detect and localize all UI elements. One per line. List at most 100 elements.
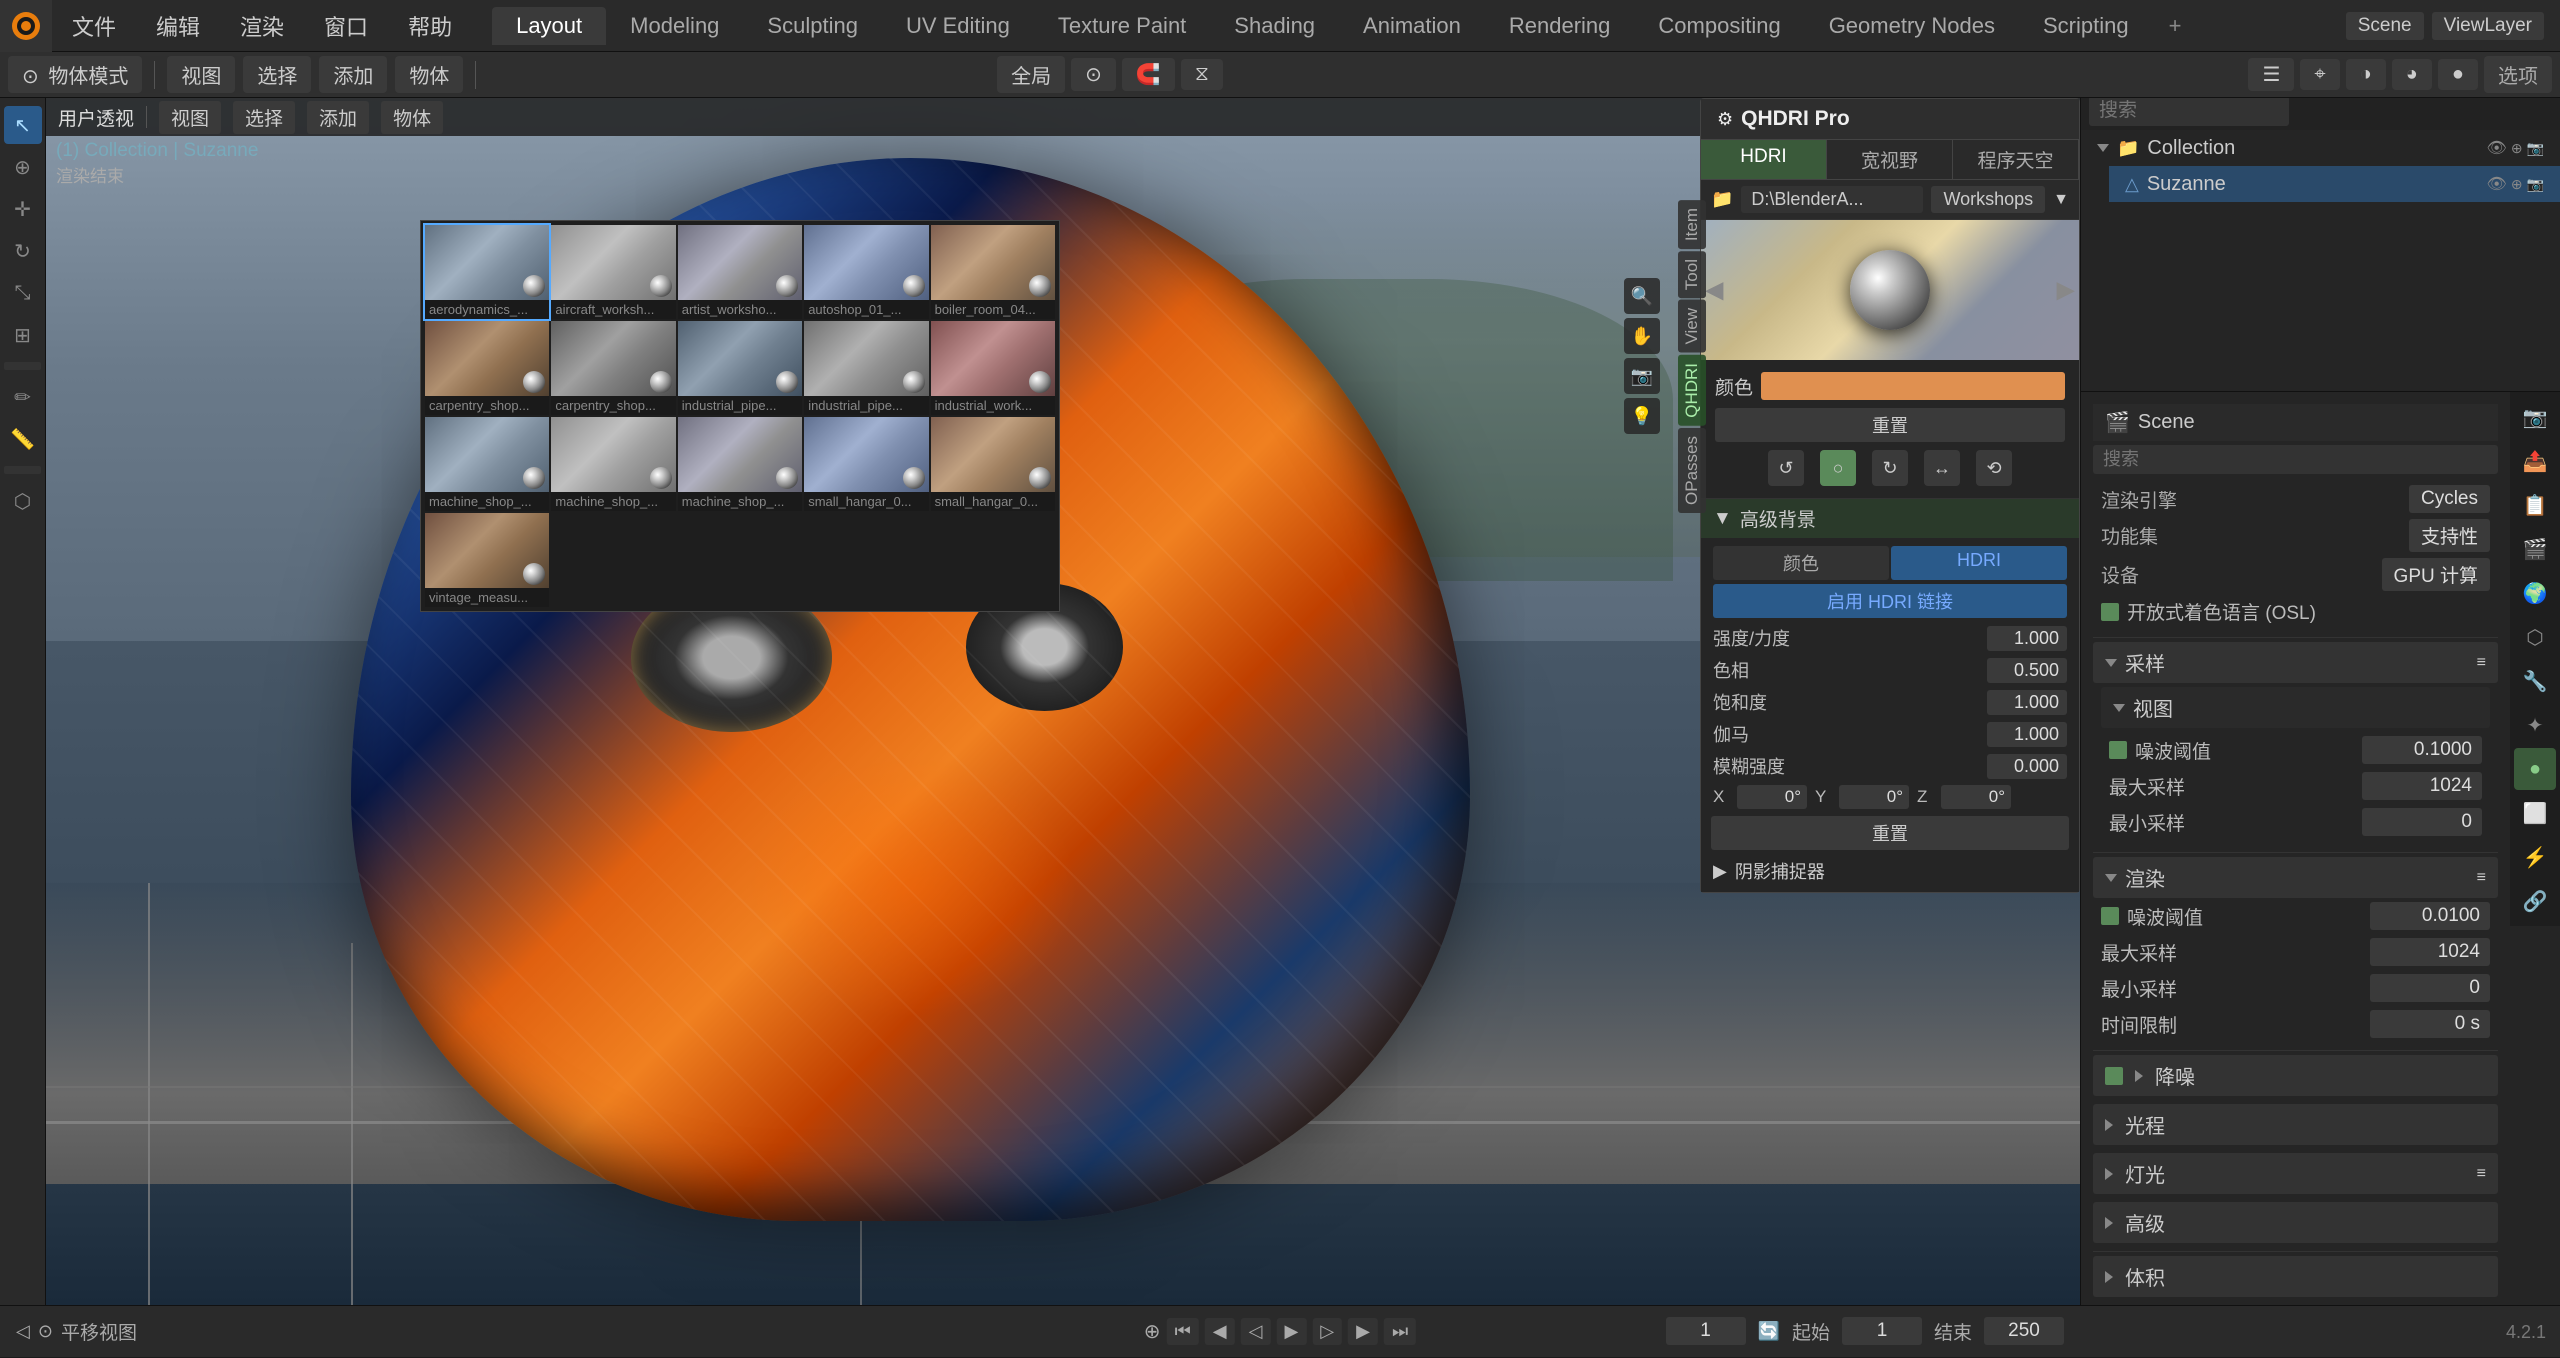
view-menu[interactable]: 视图 — [167, 56, 235, 93]
qhdri-path[interactable]: D:\BlenderA... — [1741, 186, 1923, 213]
snap-toggle[interactable]: 🧲 — [1122, 58, 1175, 91]
prop-tab-material[interactable]: ● — [2514, 748, 2556, 790]
max-samples-value[interactable]: 1024 — [2362, 772, 2482, 800]
action-icon-2[interactable]: ○ — [1820, 450, 1856, 486]
hdri-item-12[interactable]: machine_shop_... — [678, 417, 802, 511]
menu-help[interactable]: 帮助 — [388, 4, 472, 48]
tab-geometry-nodes[interactable]: Geometry Nodes — [1805, 7, 2019, 45]
render-section-header[interactable]: 渲染 ≡ — [2093, 857, 2498, 898]
prop-tab-render[interactable]: 📷 — [2514, 396, 2556, 438]
mode-selector[interactable]: ⊙ 物体模式 — [8, 56, 142, 93]
vp-select-btn[interactable]: 选择 — [233, 101, 295, 134]
prop-tab-output[interactable]: 📤 — [2514, 440, 2556, 482]
n-tab-item[interactable]: Item — [1678, 200, 1706, 249]
add-primitive[interactable]: ⬡ — [4, 482, 42, 520]
select-tool[interactable]: ↖ — [4, 106, 42, 144]
noise-threshold-value[interactable]: 0.1000 — [2362, 736, 2482, 764]
playback-icon[interactable]: 🔄 — [1758, 1321, 1780, 1342]
view-layer-selector[interactable]: ViewLayer — [2432, 12, 2544, 40]
select-menu[interactable]: 选择 — [243, 56, 311, 93]
outliner-search[interactable] — [2089, 96, 2289, 126]
menu-file[interactable]: 文件 — [52, 4, 136, 48]
lightpath-header[interactable]: 光程 — [2093, 1104, 2498, 1145]
global-dropdown[interactable]: 全局 — [997, 56, 1065, 93]
device-value[interactable]: GPU 计算 — [2382, 558, 2490, 591]
adv-reset-btn[interactable]: 重置 — [1711, 816, 2069, 850]
add-workspace-button[interactable]: + — [2153, 7, 2198, 45]
viewport-sub-header[interactable]: 视图 — [2101, 687, 2490, 728]
object-menu[interactable]: 物体 — [395, 56, 463, 93]
menu-edit[interactable]: 编辑 — [136, 4, 220, 48]
blur-value[interactable]: 0.000 — [1987, 754, 2067, 779]
noise-threshold-cb2[interactable] — [2101, 907, 2119, 925]
prop-tab-scene[interactable]: 🎬 — [2514, 528, 2556, 570]
denoise-header[interactable]: 降噪 — [2093, 1055, 2498, 1096]
mirror-toggle[interactable]: ⧖ — [1181, 59, 1223, 90]
saturation-value[interactable]: 1.000 — [1987, 690, 2067, 715]
prop-tab-data[interactable]: ⬜ — [2514, 792, 2556, 834]
hdri-item-4[interactable]: boiler_room_04... — [931, 225, 1055, 319]
hue-value[interactable]: 0.500 — [1987, 658, 2067, 683]
render-engine-value[interactable]: Cycles — [2409, 485, 2490, 513]
x-value[interactable]: 0° — [1737, 785, 1807, 809]
n-tab-opasses[interactable]: OPasses — [1678, 428, 1706, 513]
advanced-header[interactable]: 高级 — [2093, 1202, 2498, 1243]
start-value[interactable]: 1 — [1842, 1317, 1922, 1345]
proportional-toggle[interactable]: ⊙ — [1071, 58, 1116, 91]
zoom-in-icon[interactable]: 🔍 — [1624, 278, 1660, 314]
hdri-item-13[interactable]: small_hangar_0... — [804, 417, 928, 511]
n-tab-view[interactable]: View — [1678, 300, 1706, 353]
gizmo-btn[interactable]: ⌖ — [2300, 59, 2339, 90]
hdri-item-8[interactable]: industrial_pipe... — [804, 321, 928, 415]
app-logo[interactable] — [0, 0, 52, 52]
shadow-catcher-row[interactable]: ▶ 阴影捕捉器 — [1705, 854, 2075, 888]
hdri-item-2[interactable]: artist_worksho... — [678, 225, 802, 319]
hdri-item-0[interactable]: aerodynamics_... — [425, 225, 549, 319]
current-frame[interactable]: 1 — [1666, 1317, 1746, 1345]
next-frame-btn[interactable]: ▷ — [1312, 1318, 1342, 1345]
light-header[interactable]: 灯光 ≡ — [2093, 1153, 2498, 1194]
qhdri-tab-hdri[interactable]: HDRI — [1701, 140, 1827, 179]
prop-tab-view-layer[interactable]: 📋 — [2514, 484, 2556, 526]
hdri-item-10[interactable]: machine_shop_... — [425, 417, 549, 511]
tab-uv-editing[interactable]: UV Editing — [882, 7, 1034, 45]
qhdri-settings-icon[interactable]: ⚙ — [1717, 109, 1733, 130]
gamma-value[interactable]: 1.000 — [1987, 722, 2067, 747]
tab-scripting[interactable]: Scripting — [2019, 7, 2153, 45]
scale-tool[interactable]: ⤡ — [4, 274, 42, 312]
properties-search[interactable] — [2093, 445, 2498, 474]
prev-keyframe-btn[interactable]: ◀ — [1205, 1318, 1235, 1345]
qhdri-tab-proc[interactable]: 程序天空 — [1953, 140, 2079, 179]
outliner-collection-item[interactable]: 📁 Collection 👁 ⊕ 📷 — [2081, 130, 2560, 166]
hand-icon[interactable]: ✋ — [1624, 318, 1660, 354]
action-icon-3[interactable]: ↻ — [1872, 450, 1908, 486]
viewport-shading-material[interactable]: ◕ — [2392, 59, 2432, 90]
hdri-item-14[interactable]: small_hangar_0... — [931, 417, 1055, 511]
time-limit-value[interactable]: 0 s — [2370, 1010, 2490, 1038]
measure-tool[interactable]: 📏 — [4, 420, 42, 458]
prop-tab-world[interactable]: 🌍 — [2514, 572, 2556, 614]
outliner-suzanne-item[interactable]: △ Suzanne 👁 ⊕ 📷 — [2109, 166, 2560, 202]
tab-sculpting[interactable]: Sculpting — [743, 7, 882, 45]
tab-rendering[interactable]: Rendering — [1485, 7, 1635, 45]
prop-tab-physics[interactable]: ⚡ — [2514, 836, 2556, 878]
noise-threshold-value2[interactable]: 0.0100 — [2370, 902, 2490, 930]
vp-object-btn[interactable]: 物体 — [381, 101, 443, 134]
color-swatch[interactable] — [1761, 372, 2065, 400]
hdri-item-7[interactable]: industrial_pipe... — [678, 321, 802, 415]
qhdri-workshops-btn[interactable]: Workshops — [1931, 186, 2045, 213]
sampling-header[interactable]: 采样 ≡ — [2093, 642, 2498, 683]
tab-texture-paint[interactable]: Texture Paint — [1034, 7, 1210, 45]
annotate-tool[interactable]: ✏ — [4, 378, 42, 416]
end-value[interactable]: 250 — [1984, 1317, 2064, 1345]
noise-threshold-cb[interactable] — [2109, 741, 2127, 759]
cursor-tool[interactable]: ⊕ — [4, 148, 42, 186]
move-tool[interactable]: ✛ — [4, 190, 42, 228]
play-btn[interactable]: ▶ — [1276, 1318, 1306, 1345]
jump-start-btn[interactable]: ⏮ — [1167, 1318, 1199, 1345]
render-options-icon[interactable]: ≡ — [2477, 869, 2486, 887]
light-icon[interactable]: 💡 — [1624, 398, 1660, 434]
hdri-item-11[interactable]: machine_shop_... — [551, 417, 675, 511]
scene-selector[interactable]: Scene — [2346, 12, 2424, 40]
prop-tab-modifier[interactable]: 🔧 — [2514, 660, 2556, 702]
